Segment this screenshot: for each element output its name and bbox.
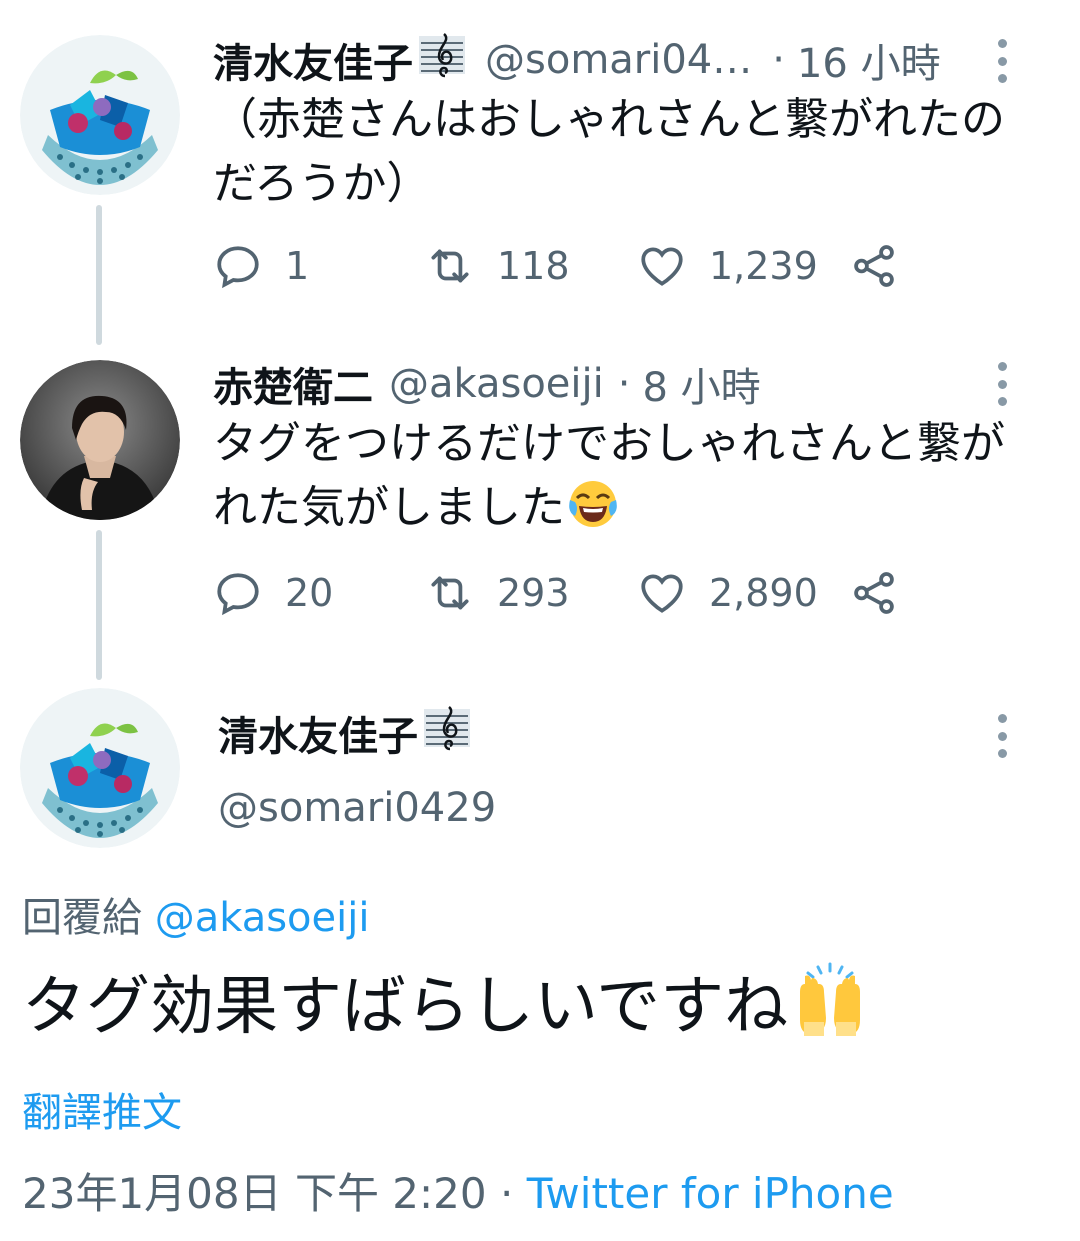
- main-tweet-handle-row: @somari0429: [218, 780, 496, 836]
- reply-icon: [217, 573, 259, 616]
- laughing-tears-emoji: [567, 478, 619, 548]
- tweet-actions: 1 118 1,239: [213, 236, 933, 296]
- tweet-header: 清水友佳子 @somari04… · 16 小時: [213, 32, 941, 88]
- like-icon: [641, 247, 683, 286]
- avatar-akasoeiji[interactable]: [20, 360, 180, 520]
- source-link[interactable]: Twitter for iPhone: [527, 1169, 894, 1218]
- reply-count: 1: [285, 244, 310, 288]
- thread-line: [96, 205, 102, 345]
- reply-context: 回覆給 @akasoeiji: [22, 885, 369, 943]
- timestamp[interactable]: 16 小時: [797, 31, 941, 89]
- timestamp[interactable]: 8 小時: [642, 355, 760, 413]
- main-tweet-text-content: タグ効果すばらしいですね: [22, 970, 789, 1044]
- handle[interactable]: @somari04…: [485, 37, 752, 83]
- tweet-text-line: れた気がしました: [213, 482, 565, 533]
- retweet-icon: [431, 576, 469, 610]
- main-tweet-name-row: 清水友佳子: [218, 705, 472, 761]
- retweet-count: 293: [497, 571, 570, 615]
- reply-button[interactable]: 1: [213, 236, 309, 296]
- display-name[interactable]: 清水友佳子: [213, 31, 413, 89]
- dot-separator: ·: [500, 1169, 514, 1218]
- share-icon: [854, 572, 894, 614]
- display-name[interactable]: 清水友佳子: [218, 704, 418, 762]
- avatar-somari[interactable]: [20, 35, 180, 195]
- tweet-text-line: タグをつけるだけでおしゃれさんと繋が: [213, 418, 1005, 469]
- treble-clef-icon: [422, 705, 472, 761]
- dot-separator: ·: [617, 361, 631, 407]
- tweet-text-line: （赤楚さんはおしゃれさんと繋がれたの: [213, 94, 1005, 145]
- treble-clef-icon: [417, 32, 467, 88]
- reply-icon: [217, 246, 259, 289]
- retweet-button[interactable]: 293: [425, 563, 570, 623]
- translate-tweet-link[interactable]: 翻譯推文: [22, 1080, 182, 1138]
- reply-prefix: 回覆給: [22, 895, 142, 941]
- tweet-meta: 23年1月08日 下午 2:20 · Twitter for iPhone: [22, 1160, 894, 1221]
- tweet-header: 赤楚衛二 @akasoeiji · 8 小時: [213, 356, 761, 412]
- share-button[interactable]: [849, 563, 899, 623]
- like-button[interactable]: 2,890: [637, 563, 818, 623]
- tweet-text: タグをつけるだけでおしゃれさんと繋が れた気がしました: [213, 412, 1043, 548]
- like-icon: [641, 574, 683, 613]
- thread-line: [96, 530, 102, 680]
- handle[interactable]: @somari0429: [218, 785, 496, 831]
- more-icon[interactable]: [992, 39, 1012, 83]
- like-button[interactable]: 1,239: [637, 236, 818, 296]
- avatar-somari[interactable]: [20, 688, 180, 848]
- tweet-text: （赤楚さんはおしゃれさんと繋がれたの だろうか）: [213, 88, 1043, 216]
- main-tweet-text: タグ効果すばらしいですね: [22, 955, 868, 1054]
- share-button[interactable]: [849, 236, 899, 296]
- like-count: 2,890: [709, 571, 818, 615]
- retweet-icon: [431, 249, 469, 283]
- more-icon[interactable]: [992, 362, 1012, 406]
- share-icon: [854, 245, 894, 287]
- retweet-count: 118: [497, 244, 570, 288]
- reply-count: 20: [285, 571, 334, 615]
- display-name[interactable]: 赤楚衛二: [213, 355, 373, 413]
- raised-hands-emoji: [792, 962, 868, 1054]
- like-count: 1,239: [709, 244, 818, 288]
- dot-separator: ·: [772, 37, 785, 83]
- reply-button[interactable]: 20: [213, 563, 333, 623]
- handle[interactable]: @akasoeiji: [389, 361, 604, 407]
- tweet-text-line: だろうか）: [213, 158, 431, 209]
- tweet-actions: 20 293 2,890: [213, 563, 933, 623]
- more-icon[interactable]: [992, 714, 1012, 758]
- tweet-timestamp[interactable]: 23年1月08日 下午 2:20: [22, 1169, 487, 1218]
- retweet-button[interactable]: 118: [425, 236, 570, 296]
- reply-to-link[interactable]: @akasoeiji: [155, 895, 370, 941]
